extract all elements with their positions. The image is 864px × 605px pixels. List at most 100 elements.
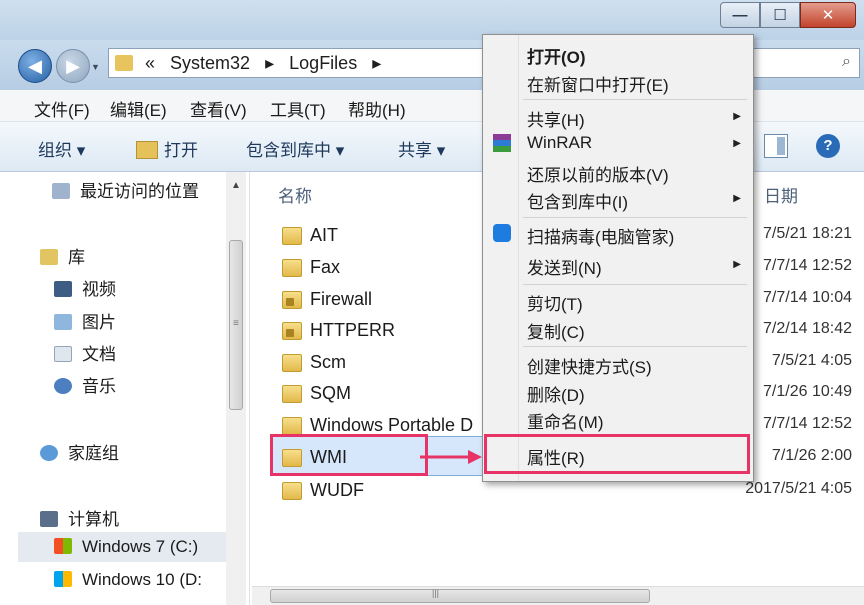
- horizontal-scrollbar-thumb[interactable]: [270, 589, 650, 603]
- menu-rename[interactable]: 重命名(M): [527, 408, 603, 433]
- nav-pictures[interactable]: 图片: [54, 308, 116, 333]
- help-icon[interactable]: ?: [816, 134, 840, 158]
- pictures-icon: [54, 314, 72, 330]
- nav-pictures-label: 图片: [82, 313, 116, 332]
- nav-music[interactable]: 音乐: [54, 372, 116, 397]
- file-name: AIT: [310, 225, 339, 245]
- open-folder-icon: [136, 141, 158, 159]
- nav-homegroup-label: 家庭组: [68, 444, 119, 463]
- nav-documents-label: 文档: [82, 345, 116, 364]
- menu-open-new-window[interactable]: 在新窗口中打开(E): [527, 71, 669, 96]
- submenu-arrow-icon: ▶: [733, 259, 741, 270]
- nav-music-label: 音乐: [82, 377, 116, 396]
- minimize-button[interactable]: —: [720, 2, 760, 28]
- back-arrow-icon: ◀: [28, 55, 42, 76]
- folder-icon: [282, 354, 302, 372]
- library-icon: [40, 249, 58, 265]
- folder-icon: [282, 417, 302, 435]
- menu-separator: [523, 217, 747, 218]
- scroll-up-icon[interactable]: ▲: [231, 180, 241, 191]
- file-name: SQM: [310, 383, 352, 403]
- nav-drive-c[interactable]: Windows 7 (C:): [54, 537, 198, 557]
- menu-edit[interactable]: 编辑(E): [110, 96, 167, 121]
- menu-restore-previous-versions[interactable]: 还原以前的版本(V): [527, 161, 669, 186]
- menu-winrar[interactable]: WinRAR: [527, 133, 592, 153]
- nav-drive-c-label: Windows 7 (C:): [82, 537, 199, 556]
- file-name: Firewall: [310, 289, 373, 309]
- computer-icon: [40, 511, 58, 527]
- homegroup-icon: [40, 445, 58, 461]
- file-name: HTTPERR: [310, 320, 395, 340]
- menu-file[interactable]: 文件(F): [34, 96, 90, 121]
- nav-drive-d[interactable]: Windows 10 (D:: [54, 570, 202, 590]
- menu-create-shortcut[interactable]: 创建快捷方式(S): [527, 353, 652, 378]
- open-button-label: 打开: [164, 141, 198, 160]
- nav-homegroup[interactable]: 家庭组: [40, 439, 119, 464]
- organize-button[interactable]: 组织 ▾: [38, 136, 85, 161]
- nav-documents[interactable]: 文档: [54, 340, 116, 365]
- maximize-button[interactable]: ☐: [760, 2, 800, 28]
- menu-include-library[interactable]: 包含到库中(I): [527, 188, 628, 213]
- menu-help[interactable]: 帮助(H): [348, 96, 406, 121]
- nav-computer[interactable]: 计算机: [40, 505, 119, 530]
- annotation-arrow-icon: [420, 450, 482, 464]
- nav-recent-places[interactable]: 最近访问的位置: [52, 177, 199, 202]
- folder-icon: [115, 55, 133, 71]
- file-name: Fax: [310, 257, 341, 277]
- recent-places-icon: [52, 183, 70, 199]
- menu-copy[interactable]: 复制(C): [527, 318, 585, 343]
- menu-delete[interactable]: 删除(D): [527, 381, 585, 406]
- winrar-icon: [493, 134, 511, 152]
- folder-icon: [282, 227, 302, 245]
- file-name: Scm: [310, 352, 346, 372]
- locked-folder-icon: [282, 291, 302, 309]
- menu-open[interactable]: 打开(O): [527, 43, 586, 68]
- folder-icon: [282, 482, 302, 500]
- menu-separator: [523, 284, 747, 285]
- forward-button[interactable]: ▶: [56, 49, 90, 83]
- breadcrumb-separator[interactable]: ▸: [265, 53, 274, 73]
- menu-share[interactable]: 共享(H): [527, 106, 585, 131]
- menu-tools[interactable]: 工具(T): [270, 96, 326, 121]
- menu-view[interactable]: 查看(V): [190, 96, 247, 121]
- file-name: WUDF: [310, 480, 364, 500]
- folder-icon: [282, 259, 302, 277]
- nav-recent-places-label: 最近访问的位置: [80, 182, 199, 201]
- breadcrumb-separator[interactable]: ▸: [372, 53, 381, 73]
- breadcrumb-overflow[interactable]: «: [145, 53, 155, 73]
- highlight-box-wmi: [270, 434, 428, 476]
- open-button[interactable]: 打开: [136, 136, 198, 161]
- file-date: 7/5/21 18:21: [763, 225, 852, 242]
- music-icon: [54, 378, 72, 394]
- breadcrumb-logfiles[interactable]: LogFiles: [289, 53, 357, 73]
- windows-drive-icon: [54, 571, 72, 587]
- nav-videos[interactable]: 视频: [54, 275, 116, 300]
- file-date: 7/7/14 12:52: [763, 257, 852, 274]
- documents-icon: [54, 346, 72, 362]
- menu-cut[interactable]: 剪切(T): [527, 290, 583, 315]
- preview-pane-icon[interactable]: [764, 134, 788, 158]
- nav-library[interactable]: 库: [40, 243, 85, 268]
- recent-pages-dropdown-icon[interactable]: ▼: [91, 62, 100, 72]
- share-button[interactable]: 共享 ▾: [398, 136, 445, 161]
- highlight-box-properties: [484, 434, 750, 474]
- videos-icon: [54, 281, 72, 297]
- menu-send-to[interactable]: 发送到(N): [527, 254, 602, 279]
- file-name: Windows Portable D: [310, 415, 474, 435]
- file-date: 7/1/26 10:49: [763, 383, 852, 400]
- submenu-arrow-icon: ▶: [733, 193, 741, 204]
- forward-arrow-icon: ▶: [66, 55, 80, 76]
- breadcrumb-system32[interactable]: System32: [170, 53, 250, 73]
- back-button[interactable]: ◀: [18, 49, 52, 83]
- breadcrumb: « System32 ▸ LogFiles ▸: [145, 53, 391, 74]
- close-button[interactable]: ✕: [800, 2, 856, 28]
- column-header-name[interactable]: 名称: [278, 182, 312, 207]
- search-icon[interactable]: ⌕: [842, 53, 851, 71]
- locked-folder-icon: [282, 322, 302, 340]
- file-date: 7/1/26 2:00: [771, 447, 852, 464]
- windows-drive-icon: [54, 538, 72, 554]
- column-header-date[interactable]: 日期: [764, 182, 798, 207]
- include-library-button[interactable]: 包含到库中 ▾: [246, 136, 344, 161]
- nav-library-label: 库: [68, 248, 85, 267]
- menu-scan-virus[interactable]: 扫描病毒(电脑管家): [527, 223, 674, 248]
